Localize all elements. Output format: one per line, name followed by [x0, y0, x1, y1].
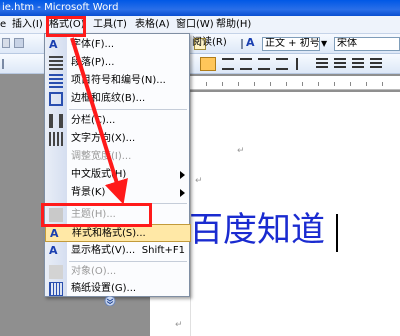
- paragraph-mark: ↵: [237, 146, 245, 156]
- chevron-double-down-icon[interactable]: [103, 295, 117, 307]
- menu-item-fit-width: 调整宽度(I)...: [71, 151, 132, 162]
- numbering-icon[interactable]: [316, 58, 328, 70]
- line-spacing-icon[interactable]: [296, 58, 308, 70]
- styles-icon: A: [50, 227, 59, 240]
- columns-icon: [49, 114, 63, 128]
- text-direction-icon: [49, 132, 63, 146]
- font-combo[interactable]: 宋体: [334, 37, 400, 51]
- style-combo[interactable]: 正文 + 初号: [262, 37, 320, 51]
- format-menu: A 字体(F)... 段落(P)... 项目符号和编号(N)... 边框和底纹(…: [44, 33, 191, 307]
- list-icon: [49, 74, 63, 88]
- menu-item-font[interactable]: A 字体(F)...: [45, 36, 191, 54]
- chevron-down-icon[interactable]: ▼: [321, 36, 327, 52]
- reading-button[interactable]: 阅读(R): [192, 35, 227, 51]
- font-combo-value: 宋体: [337, 38, 357, 49]
- menu-item-borders-shading[interactable]: 边框和底纹(B)...: [45, 90, 191, 108]
- menu-item-grid-paper[interactable]: 稿纸设置(G)...: [45, 280, 191, 298]
- font-A-icon: A: [49, 38, 58, 51]
- submenu-arrow-icon: [180, 189, 185, 197]
- menu-item-bullets-numbering[interactable]: 项目符号和编号(N)...: [45, 72, 191, 90]
- left-pane: [0, 74, 36, 336]
- reveal-format-icon: A: [49, 244, 58, 257]
- shortcut-label: Shift+F1: [141, 245, 185, 256]
- style-combo-value: 正文 + 初号: [265, 38, 320, 49]
- grid-paper-icon: [49, 282, 63, 296]
- menu-separator: [69, 261, 187, 262]
- menu-window[interactable]: 窗口(W): [176, 16, 214, 34]
- menu-insert[interactable]: 插入(I): [12, 16, 43, 34]
- menu-item-object: 对象(O)...: [45, 263, 191, 281]
- justify-icon[interactable]: [258, 58, 270, 70]
- menu-separator: [69, 109, 187, 110]
- styles-pane-icon[interactable]: A: [246, 35, 255, 51]
- window-title-bar: ie.htm - Microsoft Word: [0, 0, 400, 16]
- menu-help[interactable]: 帮助(H): [216, 16, 251, 34]
- toolbar-separator: [2, 59, 4, 69]
- submenu-arrow-icon: [180, 171, 185, 179]
- toolbar-icon[interactable]: [14, 38, 24, 48]
- menu-item-reveal-formatting[interactable]: A 显示格式(V)... Shift+F1: [45, 242, 191, 260]
- indent-icon[interactable]: [352, 58, 364, 70]
- align-center-icon[interactable]: [222, 58, 234, 70]
- menu-fragment: e: [0, 19, 7, 30]
- menu-item-asian-layout[interactable]: 中文版式(H): [45, 166, 191, 184]
- align-right-icon[interactable]: [240, 58, 252, 70]
- align-left-icon[interactable]: [200, 57, 216, 71]
- paragraph-mark: ↵: [195, 176, 203, 186]
- menu-tools[interactable]: 工具(T): [93, 16, 127, 34]
- paragraph-icon: [49, 56, 63, 70]
- menu-item-text-direction[interactable]: 文字方向(X)...: [45, 130, 191, 148]
- menu-item-columns[interactable]: 分栏(C)...: [45, 112, 191, 130]
- menu-table[interactable]: 表格(A): [135, 16, 170, 34]
- window-title: ie.htm - Microsoft Word: [2, 2, 119, 13]
- ruler[interactable]: [190, 76, 400, 90]
- menu-item-paragraph[interactable]: 段落(P)...: [45, 54, 191, 72]
- document-text[interactable]: 百度知道: [189, 210, 325, 250]
- toolbar-separator: [241, 39, 243, 49]
- paragraph-mark: ↵: [175, 320, 183, 330]
- outdent-icon[interactable]: [370, 58, 382, 70]
- distribute-icon[interactable]: [276, 58, 288, 70]
- toolbar-icon[interactable]: [2, 38, 10, 48]
- annotation-box-styles-item: [41, 203, 152, 227]
- text-caret: [336, 214, 338, 252]
- border-icon: [49, 92, 63, 106]
- annotation-box-format-menu: [46, 16, 86, 37]
- bullets-icon[interactable]: [334, 58, 346, 70]
- menu-item-background[interactable]: 背景(K): [45, 184, 191, 202]
- object-icon: [49, 265, 63, 279]
